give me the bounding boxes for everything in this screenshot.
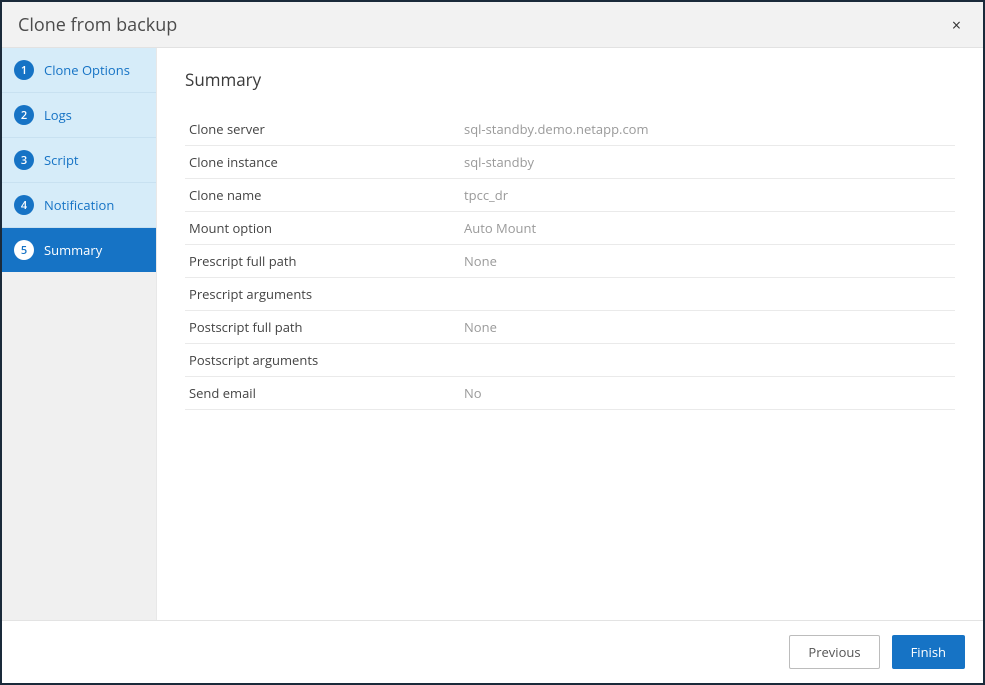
summary-label: Postscript arguments bbox=[185, 344, 460, 377]
summary-value bbox=[460, 278, 955, 311]
summary-label: Clone instance bbox=[185, 146, 460, 179]
summary-row: Clone server sql-standby.demo.netapp.com bbox=[185, 113, 955, 146]
step-number: 3 bbox=[14, 150, 34, 170]
summary-label: Prescript arguments bbox=[185, 278, 460, 311]
summary-row: Send email No bbox=[185, 377, 955, 410]
summary-label: Clone name bbox=[185, 179, 460, 212]
summary-value: No bbox=[460, 377, 955, 410]
summary-value: None bbox=[460, 311, 955, 344]
summary-value: sql-standby bbox=[460, 146, 955, 179]
titlebar: Clone from backup × bbox=[2, 2, 983, 48]
dialog-footer: Previous Finish bbox=[2, 620, 983, 683]
summary-row: Mount option Auto Mount bbox=[185, 212, 955, 245]
summary-row: Postscript full path None bbox=[185, 311, 955, 344]
dialog-title: Clone from backup bbox=[18, 13, 177, 37]
step-number: 4 bbox=[14, 195, 34, 215]
summary-label: Clone server bbox=[185, 113, 460, 146]
clone-dialog: Clone from backup × 1 Clone Options 2 Lo… bbox=[0, 0, 985, 685]
step-number: 5 bbox=[14, 240, 34, 260]
summary-row: Postscript arguments bbox=[185, 344, 955, 377]
step-label: Notification bbox=[44, 196, 114, 214]
summary-row: Prescript full path None bbox=[185, 245, 955, 278]
summary-label: Postscript full path bbox=[185, 311, 460, 344]
step-logs[interactable]: 2 Logs bbox=[2, 93, 156, 138]
summary-label: Mount option bbox=[185, 212, 460, 245]
summary-value: Auto Mount bbox=[460, 212, 955, 245]
step-number: 2 bbox=[14, 105, 34, 125]
step-label: Logs bbox=[44, 106, 72, 124]
step-number: 1 bbox=[14, 60, 34, 80]
summary-row: Clone name tpcc_dr bbox=[185, 179, 955, 212]
page-title: Summary bbox=[185, 68, 955, 91]
previous-button[interactable]: Previous bbox=[789, 635, 879, 669]
step-summary[interactable]: 5 Summary bbox=[2, 228, 156, 272]
step-script[interactable]: 3 Script bbox=[2, 138, 156, 183]
summary-table: Clone server sql-standby.demo.netapp.com… bbox=[185, 113, 955, 410]
step-notification[interactable]: 4 Notification bbox=[2, 183, 156, 228]
summary-value bbox=[460, 344, 955, 377]
wizard-sidebar: 1 Clone Options 2 Logs 3 Script 4 Notifi… bbox=[2, 48, 157, 620]
summary-value: tpcc_dr bbox=[460, 179, 955, 212]
dialog-body: 1 Clone Options 2 Logs 3 Script 4 Notifi… bbox=[2, 48, 983, 620]
close-icon[interactable]: × bbox=[946, 13, 967, 37]
summary-row: Clone instance sql-standby bbox=[185, 146, 955, 179]
summary-value: sql-standby.demo.netapp.com bbox=[460, 113, 955, 146]
summary-row: Prescript arguments bbox=[185, 278, 955, 311]
step-label: Script bbox=[44, 151, 79, 169]
content-panel: Summary Clone server sql-standby.demo.ne… bbox=[157, 48, 983, 620]
summary-label: Send email bbox=[185, 377, 460, 410]
summary-value: None bbox=[460, 245, 955, 278]
summary-label: Prescript full path bbox=[185, 245, 460, 278]
step-label: Summary bbox=[44, 241, 102, 259]
finish-button[interactable]: Finish bbox=[892, 635, 965, 669]
step-clone-options[interactable]: 1 Clone Options bbox=[2, 48, 156, 93]
step-label: Clone Options bbox=[44, 61, 130, 79]
